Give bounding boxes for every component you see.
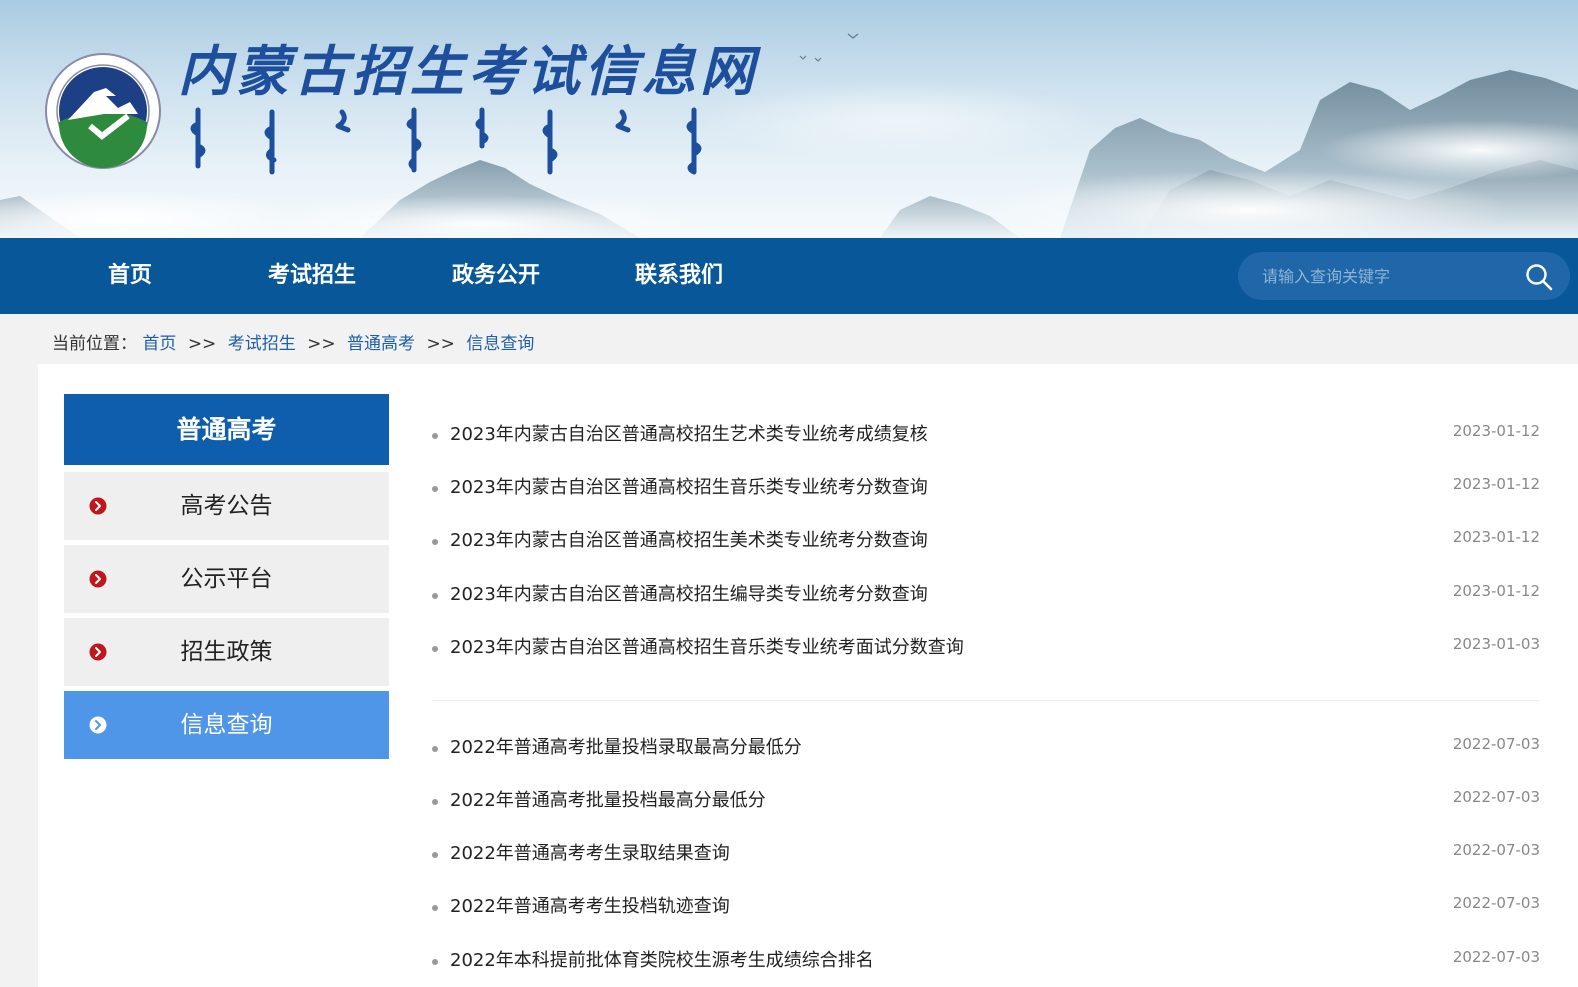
header-banner: 内蒙古招生考试信息网 [0, 0, 1578, 238]
news-title-link[interactable]: 2022年本科提前批体育类院校生源考生成绩综合排名 [450, 949, 874, 973]
sidebar-item-info-query[interactable]: 信息查询 [64, 691, 389, 759]
breadcrumb-link-exams-admissions[interactable]: 考试招生 [228, 334, 296, 354]
news-title-link[interactable]: 2023年内蒙古自治区普通高校招生编导类专业统考分数查询 [450, 583, 928, 607]
news-title-link[interactable]: 2023年内蒙古自治区普通高校招生艺术类专业统考成绩复核 [450, 423, 928, 447]
list-bullet [432, 959, 438, 965]
sidebar-item-label: 公示平台 [180, 566, 273, 592]
news-date: 2023-01-03 [1452, 635, 1540, 653]
list-divider [432, 700, 1540, 701]
news-list-item[interactable]: 2022年普通高考考生录取结果查询 2022-07-03 [432, 841, 1540, 872]
search-box [1238, 252, 1570, 300]
breadcrumb-separator: >> [187, 334, 217, 354]
nav-item-government-affairs[interactable]: 政务公开 [436, 238, 556, 314]
sidebar-item-public-platform[interactable]: 公示平台 [64, 545, 389, 613]
news-date: 2023-01-12 [1452, 422, 1540, 440]
news-date: 2023-01-12 [1452, 582, 1540, 600]
news-title-link[interactable]: 2022年普通高考考生录取结果查询 [450, 842, 730, 866]
sidebar-item-label: 高考公告 [180, 493, 273, 519]
news-title-link[interactable]: 2023年内蒙古自治区普通高校招生美术类专业统考分数查询 [450, 529, 928, 553]
news-date: 2023-01-12 [1452, 475, 1540, 493]
breadcrumb-link-gaokao[interactable]: 普通高考 [347, 334, 415, 354]
list-bullet [432, 646, 438, 652]
nav-item-contact-us[interactable]: 联系我们 [619, 238, 739, 314]
news-list-item[interactable]: 2023年内蒙古自治区普通高校招生编导类专业统考分数查询 2023-01-12 [432, 582, 1540, 613]
search-input[interactable] [1262, 252, 1512, 300]
news-list-item[interactable]: 2023年内蒙古自治区普通高校招生音乐类专业统考面试分数查询 2023-01-0… [432, 635, 1540, 666]
list-bullet [432, 539, 438, 545]
news-list-item[interactable]: 2022年普通高考批量投档录取最高分最低分 2022-07-03 [432, 735, 1540, 766]
list-bullet [432, 799, 438, 805]
news-date: 2023-01-12 [1452, 528, 1540, 546]
list-bullet [432, 905, 438, 911]
breadcrumb-link-info-query[interactable]: 信息查询 [466, 334, 534, 354]
news-list-item[interactable]: 2023年内蒙古自治区普通高校招生音乐类专业统考分数查询 2023-01-12 [432, 475, 1540, 506]
list-bullet [432, 852, 438, 858]
news-title-link[interactable]: 2023年内蒙古自治区普通高校招生音乐类专业统考分数查询 [450, 476, 928, 500]
sidebar-item-label: 信息查询 [180, 712, 273, 738]
news-title-link[interactable]: 2022年普通高考考生投档轨迹查询 [450, 895, 730, 919]
news-title-link[interactable]: 2022年普通高考批量投档录取最高分最低分 [450, 736, 802, 760]
sidebar-item-label: 招生政策 [180, 639, 273, 665]
search-icon[interactable] [1524, 262, 1554, 292]
breadcrumb-link-home[interactable]: 首页 [142, 334, 176, 354]
mongolian-script-logotype [190, 107, 702, 175]
breadcrumb-separator: >> [426, 334, 455, 354]
list-bullet [432, 486, 438, 492]
sidebar-item-gaokao-notices[interactable]: 高考公告 [64, 472, 389, 540]
news-list-item[interactable]: 2023年内蒙古自治区普通高校招生美术类专业统考分数查询 2023-01-12 [432, 528, 1540, 559]
news-date: 2022-07-03 [1452, 841, 1540, 859]
news-date: 2022-07-03 [1452, 788, 1540, 806]
breadcrumb: 当前位置： 首页 >> 考试招生 >> 普通高考 >> 信息查询 [52, 329, 534, 354]
list-bullet [432, 593, 438, 599]
emblem-logo [45, 53, 161, 169]
main-nav: 首页 考试招生 政务公开 联系我们 [0, 238, 1578, 314]
news-list-item[interactable]: 2022年普通高考批量投档最高分最低分 2022-07-03 [432, 788, 1540, 819]
list-bullet [432, 433, 438, 439]
nav-item-home[interactable]: 首页 [90, 238, 170, 314]
news-title-link[interactable]: 2023年内蒙古自治区普通高校招生音乐类专业统考面试分数查询 [450, 636, 964, 660]
news-list-item[interactable]: 2022年本科提前批体育类院校生源考生成绩综合排名 2022-07-03 [432, 948, 1540, 979]
sidebar-item-admission-policy[interactable]: 招生政策 [64, 618, 389, 686]
news-date: 2022-07-03 [1452, 948, 1540, 966]
sidebar-title: 普通高考 [64, 394, 389, 465]
nav-item-exams-admissions[interactable]: 考试招生 [252, 238, 372, 314]
news-date: 2022-07-03 [1452, 735, 1540, 753]
news-title-link[interactable]: 2022年普通高考批量投档最高分最低分 [450, 789, 766, 813]
breadcrumb-separator: >> [307, 334, 336, 354]
news-date: 2022-07-03 [1452, 894, 1540, 912]
list-bullet [432, 746, 438, 752]
news-list-item[interactable]: 2023年内蒙古自治区普通高校招生艺术类专业统考成绩复核 2023-01-12 [432, 422, 1540, 453]
news-list-item[interactable]: 2022年普通高考考生投档轨迹查询 2022-07-03 [432, 894, 1540, 925]
site-title: 内蒙古招生考试信息网 [178, 39, 758, 103]
breadcrumb-prefix: 当前位置： [52, 334, 137, 354]
